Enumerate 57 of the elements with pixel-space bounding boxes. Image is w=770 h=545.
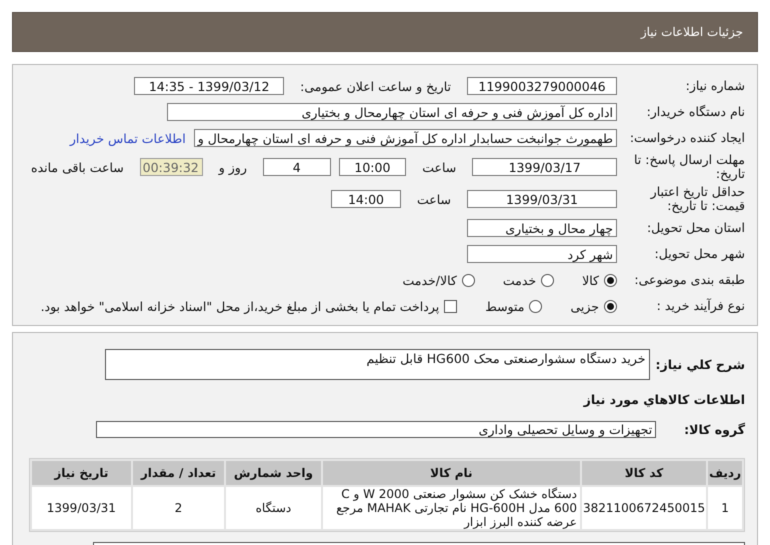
column-header: ردیف bbox=[708, 461, 742, 485]
page-title: جزئیات اطلاعات نیاز bbox=[640, 25, 743, 39]
field-label: استان محل تحویل: bbox=[646, 221, 745, 235]
input-field[interactable]: 10:00 bbox=[338, 158, 406, 176]
field-label: نوع فرآیند خرید : bbox=[656, 299, 745, 313]
countdown-field: 00:39:32 bbox=[140, 158, 203, 176]
input-field[interactable]: تجهیزات و وسایل تحصیلی واداری bbox=[96, 421, 656, 438]
checkbox[interactable] bbox=[444, 300, 458, 312]
input-field[interactable]: 1199003279000046 bbox=[467, 77, 617, 95]
input-field[interactable]: 1399/03/31 bbox=[467, 190, 617, 208]
table-cell: 3821100672450015 bbox=[582, 487, 706, 529]
radio-label: کالا/خدمت bbox=[402, 272, 457, 288]
radio-button[interactable] bbox=[604, 274, 617, 286]
section-heading: اطلاعات کالاهاي مورد نياز bbox=[584, 392, 745, 407]
field-label: شهر محل تحویل: bbox=[654, 247, 745, 261]
field-label: روز و bbox=[218, 160, 247, 174]
field-label: ساعت bbox=[416, 192, 451, 206]
field-label: شرح کلي نياز: bbox=[656, 357, 745, 372]
table-cell: دستگاه bbox=[226, 487, 321, 529]
radio-label: کالا bbox=[582, 272, 599, 288]
column-header: تاریخ نیاز bbox=[32, 461, 131, 485]
table-cell: 1399/03/31 bbox=[32, 487, 131, 529]
table-cell: دستگاه خشک کن سشوار صنعتی W 2000 و C 600 مدل HG-600H نام تجارتی MAHAK مرجع عرضه کننده البرز ابزار bbox=[322, 487, 580, 529]
field-label: ساعت bbox=[422, 160, 456, 174]
table-cell: 1 bbox=[708, 487, 742, 529]
input-field[interactable]: اداره کل آموزش فنی و حرفه ای استان چهارمحال و بختیاری bbox=[167, 103, 617, 121]
checkbox-label: پرداخت تمام یا بخشی از مبلغ خرید،از محل "اسناد خزانه اسلامی" خواهد بود. bbox=[40, 298, 440, 314]
input-field[interactable]: طهمورث جوانبخت حسابدار اداره کل آموزش فنی و حرفه ای استان چهارمحال و bbox=[194, 129, 617, 147]
radio-button[interactable] bbox=[541, 274, 554, 286]
input-field[interactable]: 1399/03/17 bbox=[472, 158, 617, 176]
description-field[interactable]: خرید دستگاه سشوارصنعتی محک HG600 قابل تنظیم bbox=[104, 349, 650, 380]
input-field[interactable]: 4 bbox=[262, 158, 331, 176]
column-header: نام کالا bbox=[322, 461, 580, 485]
field-label: ایجاد کننده درخواست: bbox=[629, 131, 745, 145]
input-field[interactable]: شهر کرد bbox=[467, 245, 617, 263]
column-header: تعداد / مقدار bbox=[132, 461, 224, 485]
radio-button[interactable] bbox=[604, 300, 617, 312]
field-label: ساعت باقی مانده bbox=[31, 160, 124, 174]
field-label: گروه کالا: bbox=[684, 422, 745, 437]
field-label: تاریخ و ساعت اعلان عمومی: bbox=[300, 78, 451, 94]
field-label: نام دستگاه خریدار: bbox=[646, 105, 745, 119]
table-cell: 2 bbox=[132, 487, 224, 529]
column-header: واحد شمارش bbox=[226, 461, 321, 485]
field-label: طبقه بندی موضوعی: bbox=[633, 273, 745, 287]
field-label: حداقل تاریخ اعتبار قیمت: تا تاریخ: bbox=[649, 185, 745, 213]
input-field[interactable]: 1399/03/12 - 14:35 bbox=[134, 77, 284, 95]
input-field[interactable]: چهار محال و بختیاری bbox=[467, 219, 617, 237]
field-label: شماره نیاز: bbox=[684, 79, 745, 93]
contact-link[interactable]: اطلاعات تماس خریدار bbox=[70, 130, 186, 146]
field-label: مهلت ارسال پاسخ: تا تاریخ: bbox=[633, 153, 745, 181]
column-header: کد کالا bbox=[582, 461, 706, 485]
radio-button[interactable] bbox=[529, 300, 542, 312]
input-field[interactable]: 14:00 bbox=[330, 190, 401, 208]
radio-label: متوسط bbox=[485, 298, 524, 314]
radio-label: جزیی bbox=[570, 298, 599, 314]
radio-label: خدمت bbox=[502, 272, 536, 288]
radio-button[interactable] bbox=[462, 274, 475, 286]
